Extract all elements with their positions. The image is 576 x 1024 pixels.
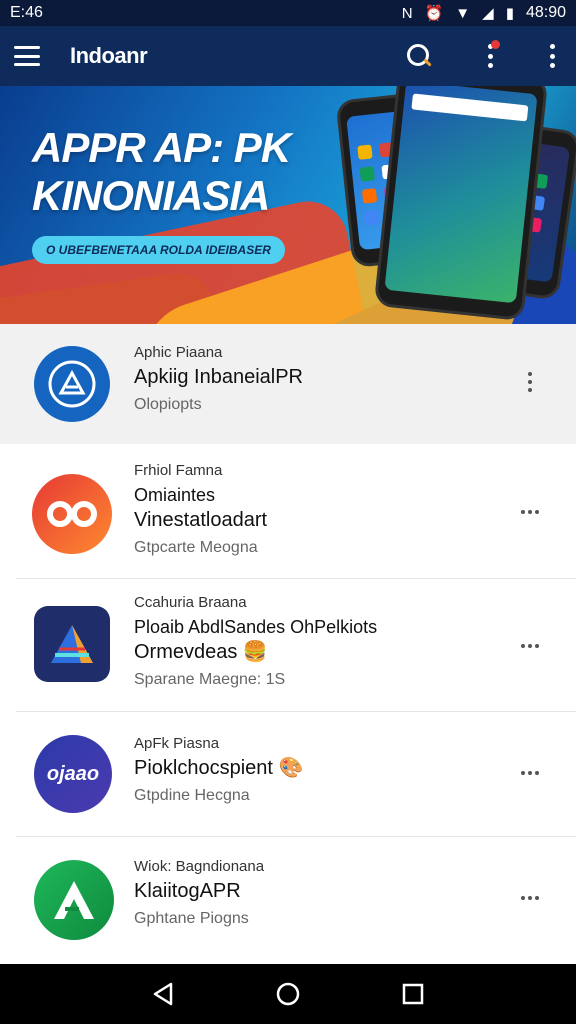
banner-title-line2: KINONIASIA [32,172,270,219]
app-category: Aphic Piaana [134,344,223,361]
search-icon[interactable] [406,43,432,69]
icon-logo-text: ojaao [46,762,100,785]
chat-bubble-icon [32,474,112,554]
back-icon[interactable] [148,979,178,1009]
app-name-line1: Omiaintes [134,485,216,505]
app-bar: Indoanr [0,26,576,86]
banner-title-line1: APPR AP: PK [32,124,291,171]
notifications-icon[interactable] [486,40,500,68]
list-item[interactable]: ojaao ApFk Piasna Pioklchocspient 🎨 Gtpd… [0,713,576,836]
signal-icon: ◢ [482,4,494,22]
list-item[interactable]: Ccahuria Braana Ploaib AbdlSandes OhPelk… [0,580,576,711]
a-triangle-icon [34,346,110,422]
app-category: Frhiol Famna [134,462,223,479]
app-title: Indoanr [70,43,148,68]
status-icons: N ⏰ ▼ ◢ ▮ 48:90 [402,4,566,22]
wifi-icon: ▼ [455,4,471,22]
overflow-menu-icon[interactable] [548,44,556,68]
more-options-icon[interactable] [520,886,540,910]
banner-cta-button[interactable]: O UBEFBENETAAA ROLDA IDEIBASER [32,236,285,264]
app-category: ApFk Piasna [134,735,220,752]
app-category: Ccahuria Braana [134,594,247,611]
app-subtitle: Olopiopts [134,396,202,413]
status-bar: E:46 N ⏰ ▼ ◢ ▮ 48:90 [0,0,576,26]
list-item[interactable]: Aphic Piaana Apkiig InbaneialPR Olopiopt… [0,324,576,444]
home-icon[interactable] [273,979,303,1009]
app-category: Wiok: Bagndionana [134,858,265,875]
app-list: Aphic Piaana Apkiig InbaneialPR Olopiopt… [0,324,576,964]
app-name: Apkiig InbaneialPR [134,366,303,388]
green-a-icon [34,860,114,940]
prism-a-icon [34,606,110,682]
menu-icon[interactable] [14,46,40,66]
more-options-icon[interactable] [520,370,540,394]
nfc-icon: N [401,4,413,22]
battery-icon: ▮ [505,4,514,22]
list-item[interactable]: Frhiol Famna Omiaintes Vinestatloadart G… [0,446,576,578]
app-name-line2: Ormevdeas 🍔 [134,641,268,663]
app-subtitle: Gtpcarte Meogna [134,539,258,556]
app-name-line1: Ploaib AbdlSandes OhPelkiots [134,617,378,637]
notification-badge [491,40,500,49]
app-subtitle: Gtpdine Hecgna [134,787,250,804]
alarm-icon: ⏰ [424,4,444,22]
more-options-icon[interactable] [520,761,540,785]
status-right-time: 48:90 [525,4,566,21]
recents-icon[interactable] [398,979,428,1009]
app-name: Pioklchocspient 🎨 [134,757,304,779]
more-options-icon[interactable] [520,634,540,658]
app-subtitle: Gphtane Piogns [134,910,249,927]
status-time: E:46 [10,4,43,21]
system-nav-bar [0,964,576,1024]
app-subtitle: Sparane Maegne: 1S [134,671,286,688]
text-logo-icon: ojaao [34,735,112,813]
promo-banner[interactable]: APPR AP: PK KINONIASIA O UBEFBENETAAA RO… [0,86,576,324]
phone-illustration-center [373,86,549,322]
banner-title: APPR AP: PK KINONIASIA [32,124,291,220]
app-name-line2: Vinestatloadart [134,509,268,531]
list-item[interactable]: Wiok: Bagndionana KlaiitogAPR Gphtane Pi… [0,838,576,964]
app-name: KlaiitogAPR [134,880,241,902]
more-options-icon[interactable] [520,500,540,524]
